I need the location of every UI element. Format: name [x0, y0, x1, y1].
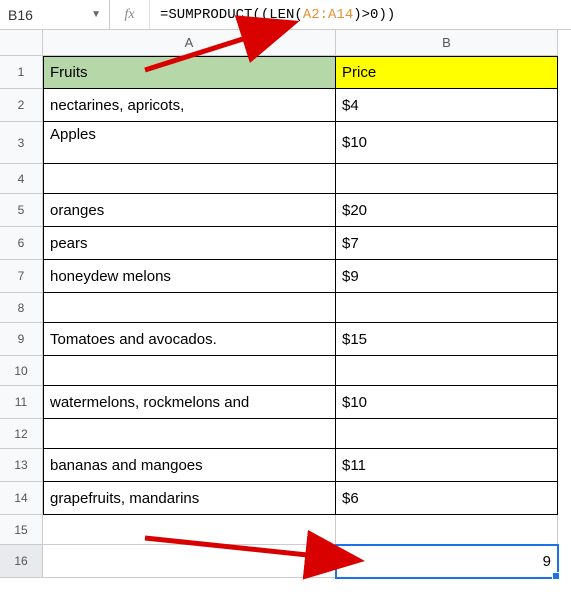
cell-b7[interactable]: $9: [336, 260, 558, 293]
cell-b9[interactable]: $15: [336, 323, 558, 356]
cell-a8[interactable]: [43, 293, 336, 323]
cell-a14[interactable]: grapefruits, mandarins: [43, 482, 336, 515]
cell-b10[interactable]: [336, 356, 558, 386]
cell-b13[interactable]: $11: [336, 449, 558, 482]
formula-range: A2:A14: [303, 7, 353, 23]
row-header[interactable]: 14: [0, 482, 43, 515]
row-header[interactable]: 13: [0, 449, 43, 482]
row-header[interactable]: 2: [0, 89, 43, 122]
cell-b1[interactable]: Price: [336, 56, 558, 89]
cell-b14[interactable]: $6: [336, 482, 558, 515]
cell-a7[interactable]: honeydew melons: [43, 260, 336, 293]
row-header[interactable]: 16: [0, 545, 43, 578]
row-header[interactable]: 12: [0, 419, 43, 449]
row-header[interactable]: 1: [0, 56, 43, 89]
cell-a11[interactable]: watermelons, rockmelons and: [43, 386, 336, 419]
row-header[interactable]: 9: [0, 323, 43, 356]
spreadsheet-grid: A B 1 Fruits Price 2 nectarines, apricot…: [0, 30, 571, 578]
cell-b15[interactable]: [336, 515, 558, 545]
formula-input[interactable]: =SUMPRODUCT((LEN(A2:A14)>0)): [150, 0, 571, 29]
chevron-down-icon[interactable]: ▼: [91, 9, 101, 20]
select-all-corner[interactable]: [0, 30, 43, 56]
cell-b16[interactable]: 9: [336, 545, 558, 578]
cell-b3[interactable]: $10: [336, 122, 558, 164]
cell-b2[interactable]: $4: [336, 89, 558, 122]
cell-a12[interactable]: [43, 419, 336, 449]
row-header[interactable]: 4: [0, 164, 43, 194]
cell-b8[interactable]: [336, 293, 558, 323]
row-header[interactable]: 10: [0, 356, 43, 386]
row-header[interactable]: 11: [0, 386, 43, 419]
row-header[interactable]: 6: [0, 227, 43, 260]
cell-a15[interactable]: [43, 515, 336, 545]
fx-icon: fx: [110, 0, 150, 29]
formula-text-prefix: =SUMPRODUCT((LEN(: [160, 7, 303, 23]
cell-a1[interactable]: Fruits: [43, 56, 336, 89]
row-header[interactable]: 8: [0, 293, 43, 323]
cell-a3[interactable]: Apples: [43, 122, 336, 164]
col-header-a[interactable]: A: [43, 30, 336, 56]
cell-a13[interactable]: bananas and mangoes: [43, 449, 336, 482]
cell-a16[interactable]: [43, 545, 336, 578]
cell-b4[interactable]: [336, 164, 558, 194]
row-header[interactable]: 5: [0, 194, 43, 227]
cell-b6[interactable]: $7: [336, 227, 558, 260]
cell-a5[interactable]: oranges: [43, 194, 336, 227]
name-box[interactable]: B16 ▼: [0, 0, 110, 29]
cell-a6[interactable]: pears: [43, 227, 336, 260]
cell-a4[interactable]: [43, 164, 336, 194]
cell-b5[interactable]: $20: [336, 194, 558, 227]
cell-b12[interactable]: [336, 419, 558, 449]
col-header-b[interactable]: B: [336, 30, 558, 56]
formula-text-suffix: )>0)): [353, 7, 395, 23]
cell-a10[interactable]: [43, 356, 336, 386]
cell-b11[interactable]: $10: [336, 386, 558, 419]
formula-bar: B16 ▼ fx =SUMPRODUCT((LEN(A2:A14)>0)): [0, 0, 571, 30]
row-header[interactable]: 7: [0, 260, 43, 293]
cell-a9[interactable]: Tomatoes and avocados.: [43, 323, 336, 356]
row-header[interactable]: 3: [0, 122, 43, 164]
cell-a2[interactable]: nectarines, apricots,: [43, 89, 336, 122]
name-box-value: B16: [8, 7, 33, 23]
row-header[interactable]: 15: [0, 515, 43, 545]
